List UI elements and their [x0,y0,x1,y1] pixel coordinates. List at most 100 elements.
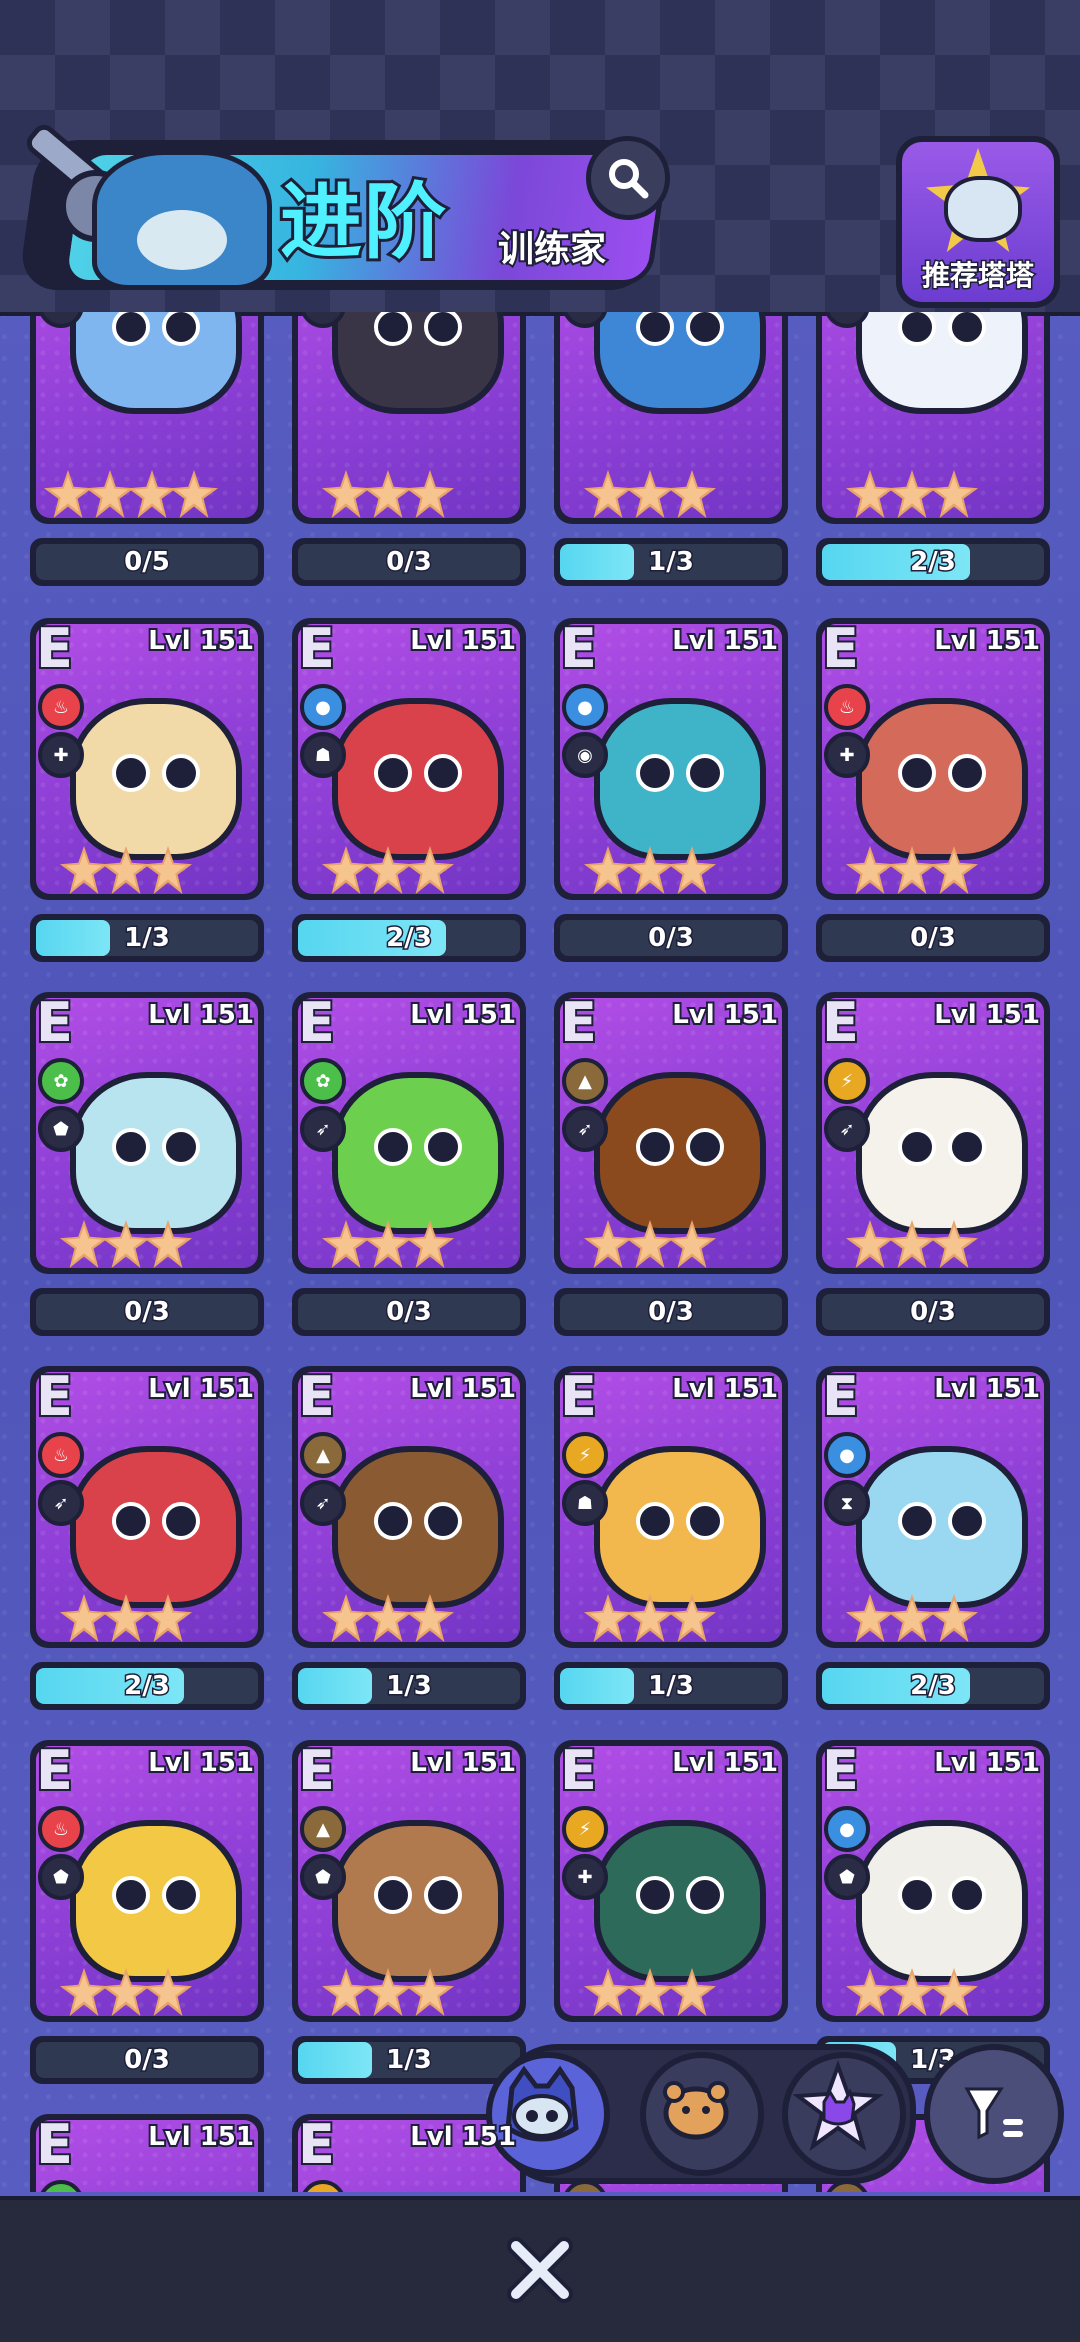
trainer-card[interactable]: ♨☗ [292,312,526,524]
electric-type-icon: ⚡ [562,1806,608,1852]
star-icon [322,1968,370,2016]
attack-role-icon: ➶ [824,1106,870,1152]
star-icon [144,1968,192,2016]
trainer-card[interactable]: E Lvl 151 ▲ ⬟ [292,1740,526,2022]
water-type-icon: ● [300,684,346,730]
trainer-card[interactable]: ELvl 151⚡ [292,2114,526,2192]
grade-label: E [558,1365,599,1428]
star-rating [60,1968,192,2016]
speed-role-icon: ☗ [562,1480,608,1526]
fire-type-icon: ♨ [38,684,84,730]
creature-eye [636,312,674,346]
creature-eye [898,312,936,346]
grass-type-icon: ✿ [300,1058,346,1104]
defense-role-icon: ⬟ [824,1854,870,1900]
trainer-card[interactable]: ELvl 151✿ [30,2114,264,2192]
creature-eye [686,754,724,792]
star-icon [626,1594,674,1642]
star-rating [846,470,978,518]
trainer-card[interactable]: E Lvl 151 ♨ ✚ [30,618,264,900]
star-icon [930,1220,978,1268]
trainer-card[interactable]: E Lvl 151 ⚡ ✚ [554,1740,788,2022]
tata-tab[interactable] [486,2052,610,2176]
star-icon [128,470,176,518]
trainer-card[interactable]: E Lvl 151 ● ⧗ [816,1366,1050,1648]
creature-eye [374,312,412,346]
progress-label: 1/3 [647,546,696,579]
star-icon [364,1968,412,2016]
creature-portrait [594,1072,766,1234]
trainer-card[interactable]: E Lvl 151 ● ☗ [292,618,526,900]
fire-type-icon: ♨ [824,684,870,730]
creature-eye [112,1502,150,1540]
star-icon [626,1220,674,1268]
progress-bar: 0/3 [292,1288,526,1336]
star-icon [406,1220,454,1268]
progress-bar: 0/3 [816,1288,1050,1336]
creature-eye [112,1876,150,1914]
star-icon [60,1594,108,1642]
creature-eye [686,1876,724,1914]
progress-label: 0/5 [123,546,172,579]
star-tab[interactable] [782,2052,906,2176]
creature-portrait [332,1446,504,1608]
search-icon [609,159,649,199]
page-subtitle: 训练家 [496,227,608,272]
star-icon [668,1220,716,1268]
trainer-card[interactable]: E Lvl 151 ✿ ⬟ [30,992,264,1274]
trainer-card[interactable]: E Lvl 151 ♨ ✚ [816,618,1050,900]
trainer-card[interactable]: ●➶ [554,312,788,524]
creature-portrait [856,1446,1028,1608]
pet-tab[interactable] [640,2052,764,2176]
fire-type-icon: ♨ [38,1432,84,1478]
star-cat-icon [792,2060,884,2151]
trainer-card[interactable]: E Lvl 151 ● ⬟ [816,1740,1050,2022]
creature-eye [374,754,412,792]
trainer-card-grid: ●⧗0/5♨☗0/3●➶1/3●⧗2/3ELvl 151♨✚1/3ELvl 15… [0,312,1080,2192]
star-icon [668,1968,716,2016]
recommend-tata-button[interactable]: 推荐塔塔 [896,136,1060,308]
star-icon [406,846,454,894]
level-label: Lvl 151 [408,998,518,1032]
trainer-card[interactable]: E Lvl 151 ⚡ ➶ [816,992,1050,1274]
creature-eye [424,1502,462,1540]
filter-button[interactable] [924,2044,1064,2184]
trainer-card[interactable]: E Lvl 151 ● ◉ [554,618,788,900]
creature-portrait [332,1072,504,1234]
recommend-tata-label: 推荐塔塔 [920,258,1035,294]
creature-eye [948,312,986,346]
star-icon [888,1220,936,1268]
trainer-card[interactable]: E Lvl 151 ⚡ ☗ [554,1366,788,1648]
grade-label: E [296,991,337,1054]
creature-portrait [332,312,504,414]
level-label: Lvl 151 [146,624,256,658]
star-rating [60,1594,192,1642]
creature-eye [162,1502,200,1540]
trainer-card[interactable]: E Lvl 151 ♨ ➶ [30,1366,264,1648]
trainer-card[interactable]: E Lvl 151 ✿ ➶ [292,992,526,1274]
progress-label: 0/3 [647,1296,696,1329]
star-icon [322,1594,370,1642]
support-role-icon: ✚ [824,732,870,778]
star-rating [846,1968,978,2016]
trainer-card[interactable]: E Lvl 151 ▲ ➶ [554,992,788,1274]
star-rating [584,1594,716,1642]
close-button[interactable] [500,2230,580,2310]
trainer-card[interactable]: E Lvl 151 ▲ ➶ [292,1366,526,1648]
search-button[interactable] [586,136,670,220]
creature-eye [636,754,674,792]
trainer-card[interactable]: E Lvl 151 ♨ ⬟ [30,1740,264,2022]
creature-portrait [70,1072,242,1234]
trainer-card[interactable]: ●⧗ [30,312,264,524]
star-icon [846,470,894,518]
progress-bar: 0/3 [554,914,788,962]
star-icon [930,1594,978,1642]
creature-eye [948,754,986,792]
progress-label: 2/3 [385,922,434,955]
star-icon [86,470,134,518]
trainer-card[interactable]: ●⧗ [816,312,1050,524]
grade-label: E [820,1739,861,1802]
mascot-avatar [92,150,272,290]
star-icon [60,1968,108,2016]
progress-bar: 1/3 [554,538,788,586]
